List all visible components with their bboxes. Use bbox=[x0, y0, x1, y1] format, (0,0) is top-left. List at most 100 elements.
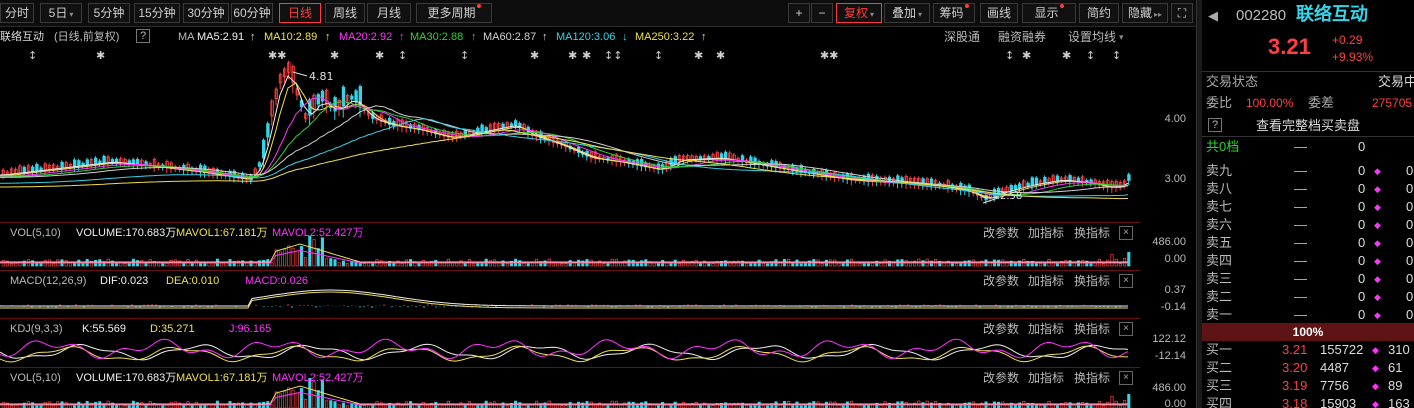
candle-body bbox=[1018, 183, 1022, 189]
level-label: 买四 bbox=[1206, 396, 1233, 408]
candle-body bbox=[484, 127, 488, 132]
panel-tool-0[interactable]: 改参数 bbox=[983, 272, 1019, 290]
close-panel-icon[interactable]: × bbox=[1119, 226, 1133, 240]
indicator-value: MAVOL2:52.427万 bbox=[272, 227, 364, 239]
event-marker-icon[interactable]: ✱ bbox=[716, 49, 725, 62]
event-marker-icon[interactable]: ✱ bbox=[330, 49, 339, 62]
ask-row[interactable]: 卖三 — 0 ◆ 0 bbox=[1202, 270, 1414, 288]
event-marker-icon[interactable]: ✱✱ bbox=[268, 49, 286, 62]
event-marker-icon[interactable]: ↕↕ bbox=[604, 49, 622, 62]
indicator-value: VOLUME:170.683万 bbox=[76, 227, 177, 239]
panel-tool-2[interactable]: 换指标 bbox=[1074, 369, 1110, 387]
volume-bar bbox=[304, 257, 308, 267]
indicator-name[interactable]: KDJ(9,3,3) bbox=[10, 320, 63, 338]
indicator-name[interactable]: MACD(12,26,9) bbox=[10, 272, 86, 290]
event-marker-icon[interactable]: ✱✱ bbox=[820, 49, 838, 62]
event-marker-icon[interactable]: ↕ bbox=[1005, 49, 1014, 62]
quote-header: ◀ 002280 联络互动 bbox=[1202, 5, 1414, 25]
ask-volume: 0 bbox=[1358, 199, 1366, 214]
candle-body bbox=[514, 120, 518, 126]
diamond-icon: ◆ bbox=[1372, 363, 1379, 373]
volume-bar bbox=[220, 262, 224, 267]
bid-volume: 15903 bbox=[1320, 396, 1357, 408]
ask-row[interactable]: 卖七 — 0 ◆ 0 bbox=[1202, 198, 1414, 216]
ask-row[interactable]: 卖一 — 0 ◆ 0 bbox=[1202, 306, 1414, 324]
event-marker-icon[interactable]: ✱ bbox=[1062, 49, 1071, 62]
divider bbox=[0, 318, 1140, 319]
ask-row[interactable]: 卖四 — 0 ◆ 0 bbox=[1202, 252, 1414, 270]
total-label: 共0档 bbox=[1206, 139, 1240, 154]
indicator-name[interactable]: VOL(5,10) bbox=[10, 369, 61, 387]
ask-row[interactable]: 卖八 — 0 ◆ 0 bbox=[1202, 180, 1414, 198]
indicator-value: J:96.165 bbox=[229, 323, 272, 335]
ask-volume: 0 bbox=[1358, 271, 1366, 286]
kdj-line bbox=[0, 338, 1129, 360]
volume-bar bbox=[337, 262, 341, 267]
mavol-line bbox=[0, 385, 1128, 405]
candle-body bbox=[35, 163, 39, 172]
ask-row[interactable]: 卖二 — 0 ◆ 0 bbox=[1202, 288, 1414, 306]
bid-row[interactable]: 买一 3.21 155722 ◆ 310 bbox=[1202, 341, 1414, 359]
event-marker-icon[interactable]: ↕ bbox=[398, 49, 407, 62]
bid-row[interactable]: 买四 3.18 15903 ◆ 163 bbox=[1202, 395, 1414, 408]
close-panel-icon[interactable]: × bbox=[1119, 322, 1133, 336]
diamond-icon: ◆ bbox=[1374, 202, 1381, 212]
panel-tool-0[interactable]: 改参数 bbox=[983, 224, 1019, 242]
event-marker-icon[interactable]: ↕ bbox=[654, 49, 663, 62]
close-panel-icon[interactable]: × bbox=[1119, 371, 1133, 385]
event-marker-icon[interactable]: ✱ bbox=[694, 49, 703, 62]
panel-tool-1[interactable]: 加指标 bbox=[1028, 224, 1064, 242]
volume-bar bbox=[333, 259, 337, 267]
volume-bar bbox=[299, 246, 303, 267]
help-icon[interactable]: ? bbox=[1208, 118, 1222, 132]
event-marker-icon[interactable]: ↕ bbox=[1112, 49, 1121, 62]
volume-bar bbox=[320, 237, 324, 267]
volume-bar bbox=[677, 263, 681, 267]
full-book-link[interactable]: 查看完整档买卖盘 bbox=[1256, 117, 1360, 135]
event-marker-icon[interactable]: ✱ bbox=[530, 49, 539, 62]
indicator-name[interactable]: VOL(5,10) bbox=[10, 224, 61, 242]
event-marker-icon[interactable]: ✱ bbox=[375, 49, 384, 62]
indicator-value: K:55.569 bbox=[82, 323, 127, 335]
volume-bar bbox=[392, 263, 396, 267]
ask-extra: 0 bbox=[1406, 253, 1414, 268]
level-label: 卖三 bbox=[1206, 271, 1233, 286]
back-arrow-icon[interactable]: ◀ bbox=[1208, 7, 1218, 25]
event-marker-icon[interactable]: ✱ bbox=[568, 49, 577, 62]
panel-tool-1[interactable]: 加指标 bbox=[1028, 320, 1064, 338]
event-marker-icon[interactable]: ✱ bbox=[1022, 49, 1031, 62]
bid-row[interactable]: 买三 3.19 7756 ◆ 89 bbox=[1202, 377, 1414, 395]
event-marker-icon[interactable]: ↕ bbox=[460, 49, 469, 62]
candle-body bbox=[316, 94, 320, 105]
panel-tool-2[interactable]: 换指标 bbox=[1074, 272, 1110, 290]
candle-body bbox=[1127, 174, 1131, 181]
level-label: 卖九 bbox=[1206, 163, 1233, 178]
event-marker-icon[interactable]: ↕ bbox=[1086, 49, 1095, 62]
panel-tool-1[interactable]: 加指标 bbox=[1028, 369, 1064, 387]
event-marker-icon[interactable]: ✱ bbox=[96, 49, 105, 62]
bid-price: 3.19 bbox=[1282, 378, 1308, 393]
candle-body bbox=[1030, 177, 1034, 186]
volume-bar bbox=[1039, 263, 1043, 267]
volume-bar bbox=[560, 263, 564, 267]
divider bbox=[1202, 136, 1414, 137]
ask-row[interactable]: 卖九 — 0 ◆ 0 bbox=[1202, 162, 1414, 180]
bid-ratio-bar: 100% bbox=[1202, 323, 1414, 341]
panel-tool-2[interactable]: 换指标 bbox=[1074, 320, 1110, 338]
volume-bar bbox=[745, 263, 749, 267]
quote-panel: ◀ 002280 联络互动 3.21 +0.29 +9.93% 交易状态 交易中… bbox=[1202, 0, 1414, 408]
panel-tool-2[interactable]: 换指标 bbox=[1074, 224, 1110, 242]
axis-tick-label: 0.00 bbox=[1164, 253, 1186, 265]
kdj-series bbox=[0, 338, 1129, 363]
ask-row[interactable]: 卖五 — 0 ◆ 0 bbox=[1202, 234, 1414, 252]
close-panel-icon[interactable]: × bbox=[1119, 274, 1133, 288]
bid-row[interactable]: 买二 3.20 4487 ◆ 61 bbox=[1202, 359, 1414, 377]
event-marker-icon[interactable]: ✱ bbox=[582, 49, 591, 62]
panel-tool-0[interactable]: 改参数 bbox=[983, 369, 1019, 387]
event-marker-icon[interactable]: ↕ bbox=[28, 49, 37, 62]
ask-row[interactable]: 卖六 — 0 ◆ 0 bbox=[1202, 216, 1414, 234]
candle-body bbox=[110, 159, 115, 163]
panel-tool-1[interactable]: 加指标 bbox=[1028, 272, 1064, 290]
full-book-row[interactable]: ? 查看完整档买卖盘 bbox=[1202, 117, 1414, 135]
panel-tool-0[interactable]: 改参数 bbox=[983, 320, 1019, 338]
